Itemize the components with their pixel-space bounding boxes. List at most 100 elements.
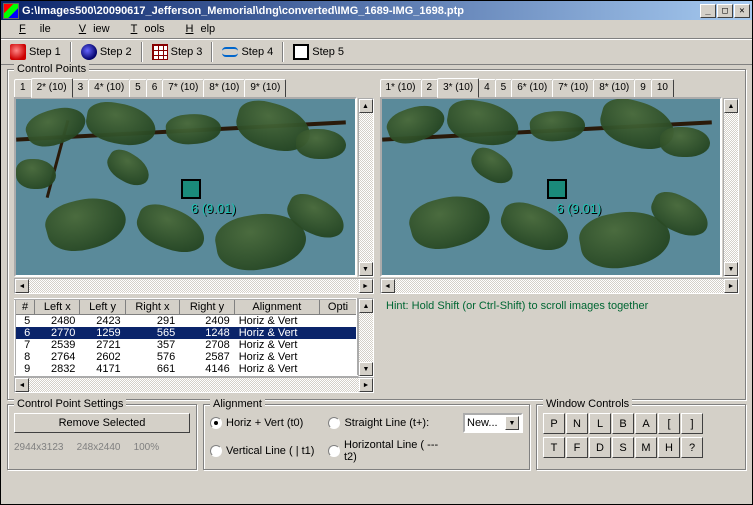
- right-tab-6[interactable]: 6* (10): [511, 79, 553, 99]
- table-row[interactable]: 9283241716614146Horiz & Vert: [15, 363, 357, 376]
- step2-icon: [81, 44, 97, 60]
- menu-tools[interactable]: Tools: [117, 21, 172, 37]
- radio-straight-line[interactable]: Straight Line (t+):: [328, 417, 449, 429]
- minimize-button[interactable]: _: [700, 4, 716, 18]
- wc-btn-F[interactable]: F: [566, 437, 588, 458]
- dim-left: 2944x3123: [14, 442, 74, 453]
- left-tab-5[interactable]: 5: [129, 79, 147, 99]
- wc-btn-M[interactable]: M: [635, 437, 657, 458]
- wc-btn-B[interactable]: B: [612, 413, 634, 434]
- step-2-button[interactable]: Step 2: [76, 41, 137, 63]
- radio-horizontal-line[interactable]: Horizontal Line ( --- t2): [328, 439, 449, 463]
- left-hscroll[interactable]: ◄►: [14, 278, 374, 294]
- right-tab-8[interactable]: 8* (10): [593, 79, 635, 99]
- step4-icon: [222, 44, 238, 60]
- step-5-button[interactable]: Step 5: [288, 41, 349, 63]
- right-tab-3[interactable]: 3* (10): [437, 78, 479, 98]
- left-vscroll[interactable]: ▲▼: [358, 98, 374, 277]
- maximize-button[interactable]: □: [717, 4, 733, 18]
- menu-help[interactable]: Help: [172, 21, 223, 37]
- right-tab-4[interactable]: 4: [478, 79, 496, 99]
- cp-settings-group: Control Point Settings Remove Selected 2…: [7, 404, 197, 470]
- chevron-down-icon: ▼: [505, 416, 519, 430]
- right-tab-2[interactable]: 2: [421, 79, 439, 99]
- left-tabstrip: 12* (10)34* (10)567* (10)8* (10)9* (10): [14, 78, 374, 98]
- left-tab-1[interactable]: 1: [14, 79, 32, 99]
- right-tab-7[interactable]: 7* (10): [552, 79, 594, 99]
- table-row[interactable]: 8276426025762587Horiz & Vert: [15, 351, 357, 363]
- col-header[interactable]: Right x: [125, 299, 180, 315]
- radio-horiz-vert[interactable]: Horiz + Vert (t0): [210, 417, 314, 429]
- right-vscroll[interactable]: ▲▼: [723, 98, 739, 277]
- table-vscroll[interactable]: ▲▼: [358, 298, 374, 377]
- col-header[interactable]: Alignment: [234, 299, 319, 315]
- control-points-table[interactable]: #Left xLeft yRight xRight yAlignmentOpti…: [14, 298, 358, 377]
- cps-legend: Control Point Settings: [14, 398, 126, 410]
- wc-btn-x[interactable]: ]: [681, 413, 703, 434]
- wc-legend: Window Controls: [543, 398, 632, 410]
- left-tab-7[interactable]: 7* (10): [162, 79, 204, 99]
- app-icon: [3, 3, 19, 19]
- straight-line-select[interactable]: New...▼: [463, 413, 523, 433]
- right-tab-5[interactable]: 5: [495, 79, 513, 99]
- wc-btn-S[interactable]: S: [612, 437, 634, 458]
- menu-file[interactable]: File: [5, 21, 65, 37]
- col-header[interactable]: #: [15, 299, 35, 315]
- wc-btn-x[interactable]: ?: [681, 437, 703, 458]
- close-button[interactable]: ✕: [734, 4, 750, 18]
- left-tab-8[interactable]: 8* (10): [203, 79, 245, 99]
- cp-legend: Control Points: [14, 63, 89, 75]
- left-image-pane[interactable]: 6 (9.01): [14, 97, 357, 277]
- wc-btn-A[interactable]: A: [635, 413, 657, 434]
- step3-icon: [152, 44, 168, 60]
- control-point-marker[interactable]: [181, 179, 201, 199]
- right-tab-10[interactable]: 10: [651, 79, 674, 99]
- menu-view[interactable]: View: [65, 21, 117, 37]
- window-title: G:\Images500\20090617_Jefferson_Memorial…: [22, 5, 700, 17]
- toolbar: Step 1 Step 2 Step 3 Step 4 Step 5: [1, 39, 752, 65]
- wc-btn-N[interactable]: N: [566, 413, 588, 434]
- right-tab-1[interactable]: 1* (10): [380, 79, 422, 99]
- right-tabstrip: 1* (10)23* (10)456* (10)7* (10)8* (10)91…: [380, 78, 740, 98]
- left-tab-9[interactable]: 9* (10): [244, 79, 286, 99]
- table-row[interactable]: 7253927213572708Horiz & Vert: [15, 339, 357, 351]
- wc-btn-D[interactable]: D: [589, 437, 611, 458]
- table-row[interactable]: 6277012595651248Horiz & Vert: [15, 327, 357, 339]
- left-tab-4[interactable]: 4* (10): [88, 79, 130, 99]
- right-image-pane[interactable]: 6 (9.01): [380, 97, 723, 277]
- window-controls-group: Window Controls PNLBA[] TFDSMH?: [536, 404, 746, 470]
- step-3-button[interactable]: Step 3: [147, 41, 208, 63]
- dim-right: 248x2440: [77, 442, 131, 453]
- wc-btn-x[interactable]: [: [658, 413, 680, 434]
- control-point-marker[interactable]: [547, 179, 567, 199]
- step-4-button[interactable]: Step 4: [217, 41, 278, 63]
- wc-btn-L[interactable]: L: [589, 413, 611, 434]
- radio-vertical-line[interactable]: Vertical Line ( | t1): [210, 445, 314, 457]
- col-header[interactable]: Opti: [320, 299, 357, 315]
- alignment-group: Alignment Horiz + Vert (t0) Straight Lin…: [203, 404, 530, 470]
- wc-btn-H[interactable]: H: [658, 437, 680, 458]
- left-tab-3[interactable]: 3: [72, 79, 90, 99]
- step1-icon: [10, 44, 26, 60]
- marker-label: 6 (9.01): [557, 201, 602, 216]
- remove-selected-button[interactable]: Remove Selected: [14, 413, 190, 433]
- marker-label: 6 (9.01): [191, 201, 236, 216]
- table-row[interactable]: 5248024232912409Horiz & Vert: [15, 315, 357, 328]
- right-hscroll[interactable]: ◄►: [380, 278, 740, 294]
- zoom-pct: 100%: [134, 442, 170, 453]
- step5-icon: [293, 44, 309, 60]
- control-points-group: Control Points 12* (10)34* (10)567* (10)…: [7, 69, 746, 400]
- wc-btn-P[interactable]: P: [543, 413, 565, 434]
- col-header[interactable]: Left y: [80, 299, 125, 315]
- hint-text: Hint: Hold Shift (or Ctrl-Shift) to scro…: [382, 298, 652, 393]
- titlebar: G:\Images500\20090617_Jefferson_Memorial…: [1, 1, 752, 20]
- col-header[interactable]: Left x: [35, 299, 80, 315]
- table-hscroll[interactable]: ◄►: [14, 377, 374, 393]
- col-header[interactable]: Right y: [180, 299, 235, 315]
- align-legend: Alignment: [210, 398, 265, 410]
- right-tab-9[interactable]: 9: [634, 79, 652, 99]
- step-1-button[interactable]: Step 1: [5, 41, 66, 63]
- left-tab-2[interactable]: 2* (10): [31, 78, 73, 98]
- wc-btn-T[interactable]: T: [543, 437, 565, 458]
- left-tab-6[interactable]: 6: [146, 79, 164, 99]
